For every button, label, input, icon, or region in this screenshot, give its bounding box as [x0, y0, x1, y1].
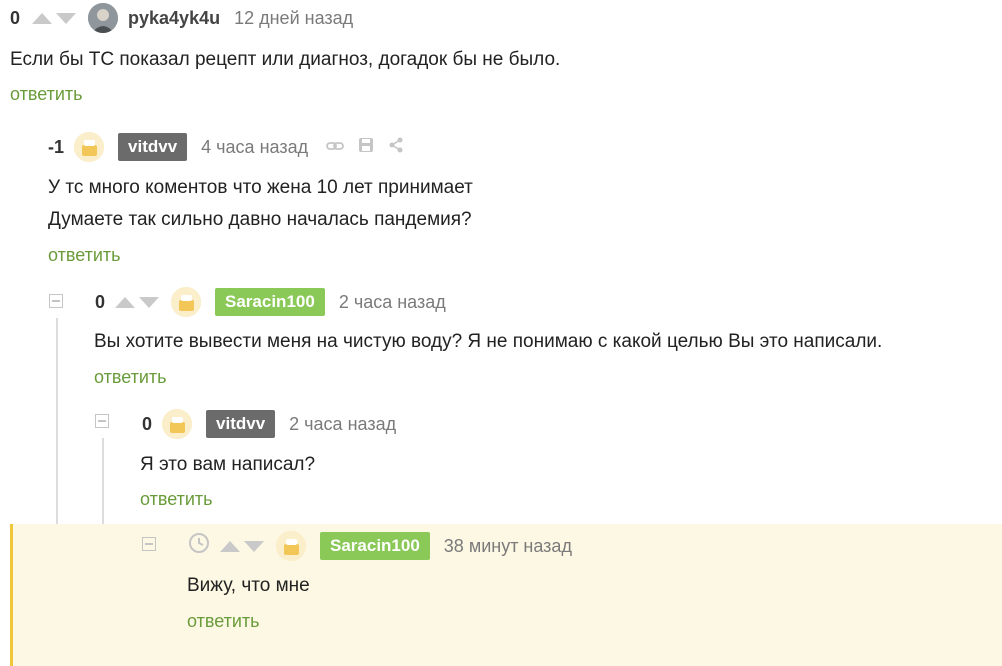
downvote-icon[interactable] — [244, 540, 264, 552]
reply-link[interactable]: ответить — [140, 489, 213, 510]
upvote-icon[interactable] — [115, 296, 136, 308]
comments-thread: 0 pyka4yk4u 12 дней назад Если бы ТС пок… — [0, 0, 1002, 666]
default-avatar-icon — [162, 409, 193, 439]
comment-text: У тс много коментов что жена 10 лет прин… — [48, 172, 473, 236]
save-icon[interactable] — [358, 137, 374, 157]
upvote-icon[interactable] — [32, 12, 53, 24]
downvote-icon[interactable] — [56, 12, 77, 24]
default-avatar-icon — [276, 531, 306, 561]
collapse-thread-button[interactable] — [95, 414, 109, 428]
reply-link[interactable]: ответить — [48, 245, 121, 266]
comment-line: Если бы ТС показал рецепт или диагноз, д… — [10, 49, 561, 70]
user-photo-icon — [88, 3, 119, 33]
collapse-thread-button[interactable] — [49, 294, 63, 308]
comment-username[interactable]: Saracin100 — [215, 288, 325, 316]
comment-header: 0 pyka4yk4u 12 дней назад — [10, 2, 353, 34]
avatar[interactable] — [171, 287, 202, 317]
avatar[interactable] — [276, 531, 306, 561]
comment-header: -1 vitdvv 4 часа назад — [48, 131, 404, 163]
share-icon[interactable] — [388, 137, 404, 157]
comment-text: Если бы ТС показал рецепт или диагноз, д… — [10, 44, 560, 76]
comment-time[interactable]: 38 минут назад — [444, 536, 572, 557]
comment-time[interactable]: 12 дней назад — [234, 8, 353, 29]
avatar[interactable] — [88, 3, 119, 33]
comment-username[interactable]: Saracin100 — [320, 532, 430, 560]
comment-header: Saracin100 38 минут назад — [188, 530, 572, 562]
comment-header: 0 Saracin100 2 часа назад — [95, 286, 446, 318]
downvote-icon[interactable] — [139, 296, 160, 308]
comment-line: Я это вам написал? — [140, 454, 316, 475]
comment-line: Вы хотите вывести меня на чистую воду? Я… — [94, 331, 883, 352]
comment-time[interactable]: 2 часа назад — [289, 414, 396, 435]
comment-rating: 0 — [142, 413, 153, 434]
comment-text: Вижу, что мне — [187, 570, 310, 602]
comment-rating: 0 — [95, 291, 106, 312]
comment-text: Я это вам написал? — [140, 449, 315, 481]
collapse-thread-button[interactable] — [142, 537, 156, 551]
upvote-icon[interactable] — [220, 540, 240, 552]
comment-text: Вы хотите вывести меня на чистую воду? Я… — [94, 326, 882, 358]
reply-link[interactable]: ответить — [94, 367, 167, 388]
comment-rating: 0 — [10, 7, 21, 28]
comment-time[interactable]: 4 часа назад — [201, 137, 308, 158]
default-avatar-icon — [74, 132, 105, 162]
comment-header: 0 vitdvv 2 часа назад — [142, 408, 396, 440]
comment-rating: -1 — [48, 136, 65, 157]
clock-icon — [188, 532, 210, 560]
comment-username[interactable]: pyka4yk4u — [128, 8, 220, 29]
comment-username[interactable]: vitdvv — [206, 410, 276, 438]
comment-line: Думаете так сильно давно началась пандем… — [48, 209, 472, 230]
default-avatar-icon — [171, 287, 202, 317]
comment-username[interactable]: vitdvv — [118, 133, 188, 161]
comment-time[interactable]: 2 часа назад — [339, 292, 446, 313]
comment-line: Вижу, что мне — [187, 575, 310, 596]
comment-line: У тс много коментов что жена 10 лет прин… — [48, 177, 473, 198]
reply-link[interactable]: ответить — [10, 84, 83, 105]
avatar[interactable] — [74, 132, 105, 162]
link-icon[interactable] — [326, 139, 344, 156]
reply-link[interactable]: ответить — [187, 611, 260, 632]
avatar[interactable] — [162, 409, 193, 439]
